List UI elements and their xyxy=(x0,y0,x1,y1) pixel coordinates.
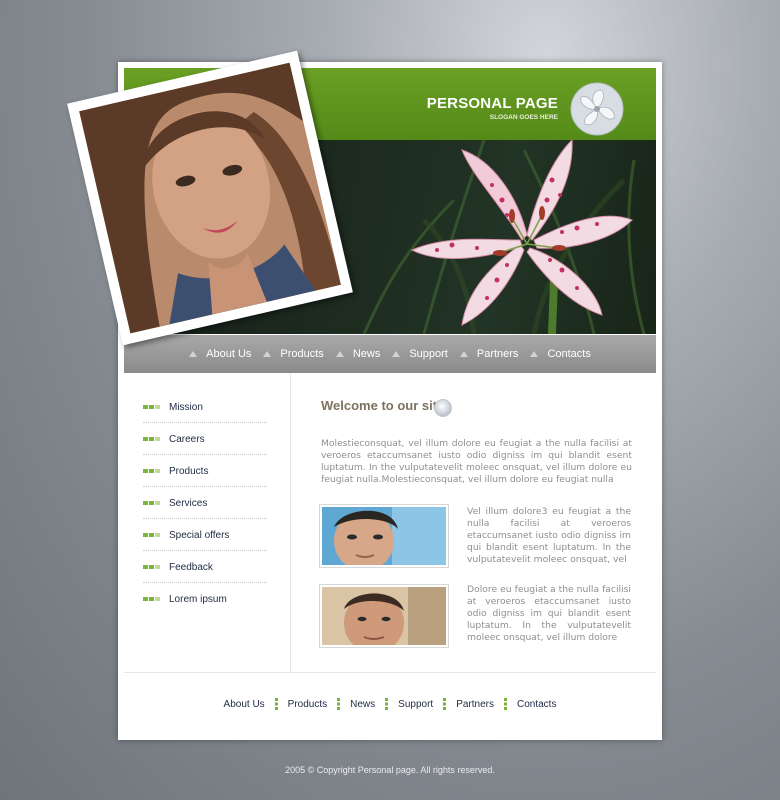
footer-separator xyxy=(337,698,341,710)
nav-bullet-icon xyxy=(189,351,198,357)
nav-item-label: About Us xyxy=(206,348,252,360)
person-thumbnail-2[interactable] xyxy=(319,584,449,648)
bullet-icon xyxy=(143,597,160,601)
nav-item-products[interactable]: Products xyxy=(263,348,324,360)
footer-separator xyxy=(443,698,447,710)
person-thumbnail-1[interactable] xyxy=(319,504,449,568)
nav-bullet-icon xyxy=(459,351,468,357)
sidebar-item-label: Feedback xyxy=(169,561,213,573)
sidebar-item-special-offers[interactable]: Special offers xyxy=(143,520,267,551)
woman-portrait-image xyxy=(79,62,341,334)
circle-bullet-icon xyxy=(434,399,452,417)
sidebar-menu: Mission Careers Products Services Specia… xyxy=(143,392,267,615)
nav-item-label: Contacts xyxy=(547,348,591,360)
man-portrait-image xyxy=(322,507,446,565)
nav-item-about-us[interactable]: About Us xyxy=(189,348,251,360)
sidebar-item-label: Special offers xyxy=(169,529,230,541)
footer-separator xyxy=(274,698,278,710)
footer-link-about-us[interactable]: About Us xyxy=(224,699,265,710)
nav-item-support[interactable]: Support xyxy=(392,348,448,360)
footer-link-products[interactable]: Products xyxy=(288,699,327,710)
nav-bullet-icon xyxy=(530,351,539,357)
nav-item-label: Support xyxy=(409,348,448,360)
item-description-2: Dolore eu feugiat a the nulla facilisi a… xyxy=(467,584,631,643)
bullet-icon xyxy=(143,437,160,441)
bullet-icon xyxy=(143,533,160,537)
copyright-text: 2005 © Copyright Personal page. All righ… xyxy=(285,765,495,775)
welcome-heading: Welcome to our site xyxy=(321,398,445,413)
nav-bullet-icon xyxy=(263,351,272,357)
footer-nav: About Us Products News Support Partners … xyxy=(118,698,662,710)
footer-link-partners[interactable]: Partners xyxy=(456,699,494,710)
footer-divider xyxy=(124,672,656,673)
intro-paragraph: Molestieconsquat, vel illum dolore eu fe… xyxy=(321,438,632,485)
nav-item-contacts[interactable]: Contacts xyxy=(530,348,591,360)
footer-link-support[interactable]: Support xyxy=(398,699,433,710)
site-slogan: SLOGAN GOES HERE xyxy=(489,114,558,121)
bullet-icon xyxy=(143,501,160,505)
sidebar-item-label: Careers xyxy=(169,433,205,445)
bullet-icon xyxy=(143,565,160,569)
nav-item-partners[interactable]: Partners xyxy=(459,348,519,360)
footer-separator xyxy=(503,698,507,710)
sidebar-item-services[interactable]: Services xyxy=(143,488,267,519)
sidebar-item-products[interactable]: Products xyxy=(143,456,267,487)
footer-link-news[interactable]: News xyxy=(350,699,375,710)
lily-flower-image xyxy=(410,140,633,334)
sidebar-item-feedback[interactable]: Feedback xyxy=(143,552,267,583)
sidebar-item-label: Lorem ipsum xyxy=(169,593,227,605)
sidebar-item-label: Mission xyxy=(169,401,203,413)
sidebar-item-mission[interactable]: Mission xyxy=(143,392,267,423)
sidebar-item-label: Products xyxy=(169,465,209,477)
main-nav: About Us Products News Support Partners … xyxy=(124,335,656,373)
bullet-icon xyxy=(143,469,160,473)
bullet-icon xyxy=(143,405,160,409)
logo-icon xyxy=(570,82,624,136)
site-title: PERSONAL PAGE xyxy=(426,95,558,112)
sidebar-item-label: Services xyxy=(169,497,208,509)
nav-item-news[interactable]: News xyxy=(335,348,381,360)
footer-separator xyxy=(385,698,389,710)
nav-bullet-icon xyxy=(335,351,344,357)
sidebar-item-lorem-ipsum[interactable]: Lorem ipsum xyxy=(143,584,267,614)
nav-item-label: Products xyxy=(280,348,324,360)
nav-item-label: News xyxy=(352,348,381,360)
column-divider xyxy=(290,374,291,672)
nav-bullet-icon xyxy=(392,351,401,357)
man-portrait-image xyxy=(322,587,446,645)
item-description-1: Vel illum dolore3 eu feugiat a the nulla… xyxy=(467,506,631,565)
footer-link-contacts[interactable]: Contacts xyxy=(517,699,556,710)
nav-item-label: Partners xyxy=(476,348,519,360)
sidebar-item-careers[interactable]: Careers xyxy=(143,424,267,455)
